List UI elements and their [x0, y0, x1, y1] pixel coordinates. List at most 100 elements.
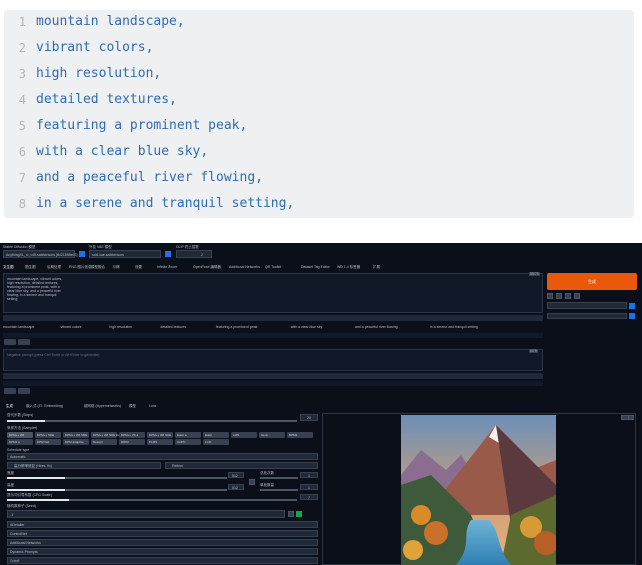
recycle-icon[interactable] [296, 511, 302, 517]
prompt-tag[interactable]: mountain landscape [3, 325, 34, 329]
steps-slider[interactable] [7, 420, 297, 422]
prompt-tag[interactable]: featuring a prominent peak [216, 325, 258, 329]
checkpoint-select[interactable]: AnythingXL_xl_v45.safetensors [8421598e9… [3, 250, 77, 258]
batch-count-slider[interactable] [260, 477, 298, 479]
sampler-option[interactable]: DPM++ 2M SDE [63, 432, 89, 438]
sampler-option[interactable]: DPM++ 2S a [119, 432, 145, 438]
neg-tag-button-a[interactable] [4, 388, 16, 394]
prompt-tag[interactable]: detailed textures [160, 325, 186, 329]
accordion-item[interactable]: ADetailer [7, 521, 318, 528]
seed-input[interactable]: -1 [7, 510, 285, 518]
main-tab[interactable]: 模型融合 [91, 265, 105, 270]
steps-input[interactable]: 20 [300, 414, 318, 421]
main-tab[interactable]: 训练 [113, 265, 120, 270]
tag-button-b[interactable] [18, 339, 30, 345]
accordion-item[interactable]: Cutoff [7, 557, 318, 564]
trash-icon[interactable] [556, 293, 562, 299]
width-input[interactable]: 512 [228, 472, 244, 478]
sampler-option[interactable]: LCM [203, 439, 229, 445]
prompt-textarea[interactable]: mountain landscape, vibrant colors, high… [3, 273, 543, 313]
prompt-tag[interactable]: and a peaceful river flowing [355, 325, 398, 329]
vae-value: sdxl.vae.safetensors [92, 253, 124, 257]
clip-value: 2 [201, 253, 203, 257]
settings-tab[interactable]: 生成 [6, 404, 13, 409]
clip-input[interactable]: 2 [176, 250, 212, 258]
neg-tag-button-b[interactable] [18, 388, 30, 394]
main-tab[interactable]: OpenPose 编辑器 [193, 265, 221, 270]
height-input[interactable]: 512 [228, 484, 244, 490]
code-line: 7 and a peaceful river flowing, [4, 166, 634, 192]
settings-tab[interactable]: 超网络 (Hypernetworks) [84, 404, 121, 409]
tag-button-a[interactable] [4, 339, 16, 345]
vae-refresh-icon[interactable] [165, 251, 171, 257]
code-block: 1 mountain landscape, 2 vibrant colors, 3 hig… [4, 10, 634, 218]
negative-counter: 0/75 [529, 349, 538, 353]
refiner-label: Refiner [172, 464, 184, 468]
apply-style-button[interactable] [547, 313, 627, 319]
main-tab[interactable]: 文生图 [3, 265, 14, 270]
prompt-tag[interactable]: high resolution [109, 325, 132, 329]
schedule-select[interactable]: Automatic [7, 453, 318, 460]
batch-size-input[interactable]: 1 [300, 484, 318, 490]
main-tab[interactable]: Infinite Zoom [157, 265, 177, 269]
generate-button[interactable]: 生成 [547, 273, 637, 290]
accordion-item[interactable]: Dynamic Prompts [7, 548, 318, 555]
main-tab[interactable]: 后期处理 [47, 265, 61, 270]
sampler-option[interactable]: DPM++ SDE [35, 432, 61, 438]
sampler-option[interactable]: Euler a [175, 432, 201, 438]
swap-dimensions-icon[interactable] [249, 479, 255, 485]
sampler-option[interactable]: DPM++ 2M [7, 432, 33, 438]
sampler-option[interactable]: Euler [203, 432, 229, 438]
style-select[interactable] [547, 302, 627, 309]
batch-size-slider[interactable] [260, 489, 298, 491]
main-tab[interactable]: PNG 图片信息 [69, 265, 92, 270]
line-number: 5 [18, 119, 26, 133]
style-icon[interactable] [565, 293, 571, 299]
sampler-option[interactable]: UniPC [175, 439, 201, 445]
sampler-option[interactable]: DPM++ 3M SDE [147, 432, 173, 438]
sampler-option[interactable]: DPM2 a [7, 439, 33, 445]
main-tab[interactable]: WD 1.4 标签器 [337, 265, 360, 270]
batch-count-input[interactable]: 1 [300, 472, 318, 478]
apply-style-icon[interactable] [629, 313, 635, 319]
sampler-option[interactable]: LMS [231, 432, 257, 438]
style-refresh-icon[interactable] [629, 303, 635, 309]
sampler-option[interactable]: DPM fast [35, 439, 61, 445]
vae-select[interactable]: sdxl.vae.safetensors [89, 250, 161, 258]
webui-screenshot: Stable Diffusion 模型 AnythingXL_xl_v45.sa… [0, 243, 642, 565]
main-tab[interactable]: Dataset Tag Editor [301, 265, 330, 269]
accordion-item[interactable]: Additional Networks [7, 539, 318, 546]
sampler-option[interactable]: DPM adaptive [63, 439, 89, 445]
prompt-tag[interactable]: vibrant colors [61, 325, 82, 329]
close-icon[interactable] [628, 415, 634, 420]
settings-tab[interactable]: 嵌入式 (T.I. Embedding) [26, 404, 63, 409]
prompt-tag[interactable]: with a clear blue sky [291, 325, 323, 329]
main-tab[interactable]: QR Toolkit [265, 265, 281, 269]
sampler-option[interactable]: DDIM [119, 439, 145, 445]
main-tab[interactable]: 扩展 [373, 265, 380, 270]
main-tab[interactable]: 图生图 [25, 265, 36, 270]
sampler-option[interactable]: PLMS [147, 439, 173, 445]
settings-tab[interactable]: 模型 [129, 404, 136, 409]
sampler-option[interactable]: Heun [259, 432, 285, 438]
dice-icon[interactable] [288, 511, 294, 517]
sampler-option[interactable]: DPM++ 2M SDE Heun [91, 432, 123, 438]
main-tab[interactable]: 设置 [135, 265, 142, 270]
height-label: 高度 [7, 483, 14, 487]
main-tab[interactable]: Additional Networks [229, 265, 260, 269]
save-style-icon[interactable] [574, 293, 580, 299]
refresh-icon[interactable] [79, 251, 85, 257]
read-params-icon[interactable] [547, 293, 553, 299]
cfg-label: 提示词引导系数 (CFG Scale) [7, 493, 52, 497]
hires-fix-accordion[interactable]: 高分辨率修复 (Hires. fix) [7, 462, 161, 469]
negative-prompt-textarea[interactable]: Negative prompt (press Ctrl+Enter or Alt… [3, 349, 543, 371]
settings-tab[interactable]: Lora [149, 404, 156, 408]
sampler-option[interactable]: DPM2 [287, 432, 313, 438]
accordion-item[interactable]: ControlNet [7, 530, 318, 537]
code-line: 6 with a clear blue sky, [4, 140, 634, 166]
sampler-option[interactable]: Restart [91, 439, 117, 445]
cfg-input[interactable]: 7 [300, 494, 318, 500]
refiner-accordion[interactable]: Refiner [165, 462, 318, 469]
prompt-tag[interactable]: in a serene and tranquil setting [430, 325, 478, 329]
extra-checkbox[interactable] [306, 511, 312, 517]
